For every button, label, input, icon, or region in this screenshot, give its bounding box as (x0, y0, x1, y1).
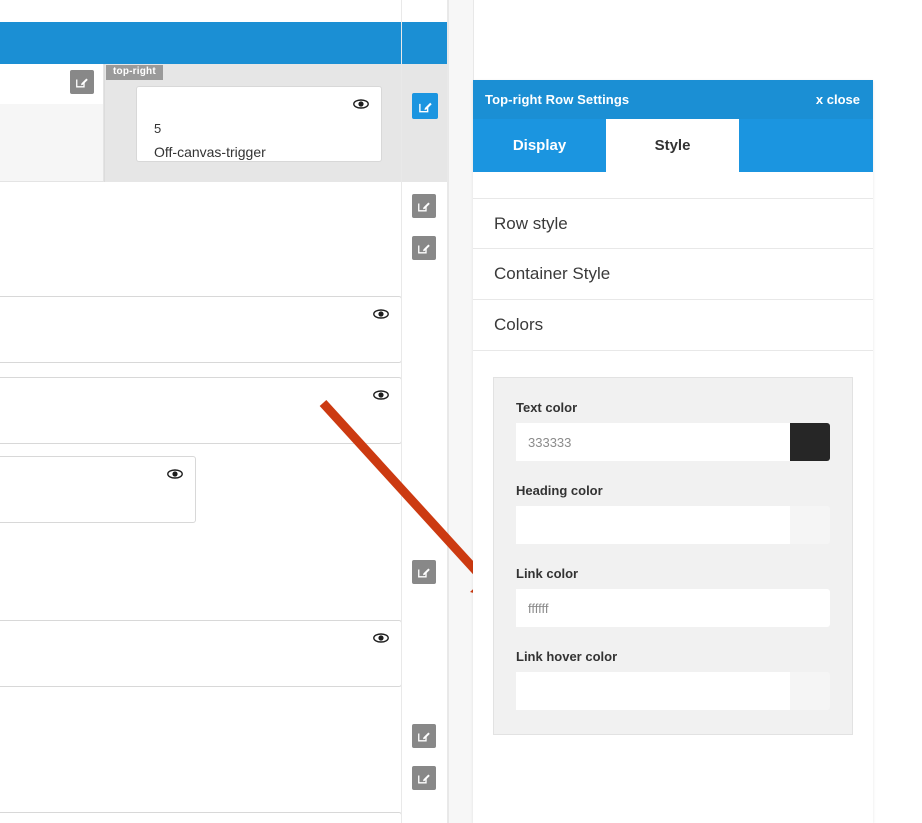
accordion-item-container-style[interactable]: Container Style (473, 249, 873, 300)
edit-pencil-icon (418, 99, 433, 114)
link-hover-color-input[interactable] (516, 672, 790, 710)
widget-card[interactable] (0, 296, 402, 363)
field-link-hover-color: Link hover color (516, 649, 830, 710)
field-row (516, 589, 830, 627)
text-color-swatch[interactable] (790, 423, 830, 461)
widget-card[interactable] (0, 812, 402, 823)
canvas-gutter (448, 0, 474, 823)
page-builder-canvas: top-right 5 Off-canvas-trigger (0, 0, 448, 823)
heading-color-swatch[interactable] (790, 506, 830, 544)
widget-card-off-canvas-trigger[interactable]: 5 Off-canvas-trigger (136, 86, 382, 162)
field-label: Heading color (516, 483, 603, 498)
builder-blue-row (0, 22, 448, 64)
link-color-input[interactable] (516, 589, 790, 627)
builder-column-seam (401, 0, 402, 823)
visibility-eye-icon[interactable] (167, 467, 183, 481)
text-color-input[interactable] (516, 423, 790, 461)
modal-tabs: Display Style (473, 119, 873, 172)
visibility-eye-icon[interactable] (353, 97, 369, 111)
visibility-eye-icon[interactable] (373, 631, 389, 645)
field-text-color: Text color (516, 400, 830, 461)
field-label: Link color (516, 566, 579, 581)
edit-row-button[interactable] (412, 560, 436, 584)
visibility-eye-icon[interactable] (373, 388, 389, 402)
accordion-item-colors[interactable]: Colors (473, 300, 873, 351)
edit-region-button[interactable] (412, 93, 438, 119)
edit-pencil-icon (417, 729, 431, 743)
field-link-color: Link color (516, 566, 830, 627)
field-label: Link hover color (516, 649, 618, 664)
link-color-swatch[interactable] (790, 589, 830, 627)
heading-color-input[interactable] (516, 506, 790, 544)
edit-row-button[interactable] (70, 70, 94, 94)
edit-pencil-icon (75, 75, 89, 89)
tab-display[interactable]: Display (473, 119, 606, 172)
row-settings-modal: Top-right Row Settings x close Display S… (473, 80, 873, 823)
link-hover-color-swatch[interactable] (790, 672, 830, 710)
widget-card[interactable] (0, 620, 402, 687)
colors-fields-panel: Text color Heading color Link color (493, 377, 853, 735)
edit-pencil-icon (417, 199, 431, 213)
modal-header: Top-right Row Settings x close (473, 80, 873, 119)
edit-row-button[interactable] (412, 766, 436, 790)
visibility-eye-icon[interactable] (373, 307, 389, 321)
widget-title: Off-canvas-trigger (154, 144, 266, 160)
builder-left-cell-grey (0, 104, 104, 182)
tab-style[interactable]: Style (606, 119, 739, 172)
field-heading-color: Heading color (516, 483, 830, 544)
screen-root: top-right 5 Off-canvas-trigger Top-right… (0, 0, 922, 823)
field-label: Text color (516, 400, 578, 415)
accordion-item-row-style[interactable]: Row style (473, 198, 873, 249)
settings-accordion: Row style Container Style Colors (473, 198, 873, 351)
edit-row-button[interactable] (412, 724, 436, 748)
close-button[interactable]: x close (816, 92, 860, 107)
region-label-top-right: top-right (106, 65, 163, 80)
field-row (516, 423, 830, 461)
edit-pencil-icon (417, 771, 431, 785)
widget-card[interactable] (0, 456, 196, 523)
tab-filler (739, 119, 873, 172)
modal-title: Top-right Row Settings (485, 92, 630, 107)
field-row (516, 672, 830, 710)
edit-pencil-icon (417, 241, 431, 255)
edit-row-button[interactable] (412, 236, 436, 260)
edit-row-button[interactable] (412, 194, 436, 218)
widget-card[interactable] (0, 377, 402, 444)
field-row (516, 506, 830, 544)
widget-number: 5 (154, 121, 162, 136)
edit-pencil-icon (417, 565, 431, 579)
